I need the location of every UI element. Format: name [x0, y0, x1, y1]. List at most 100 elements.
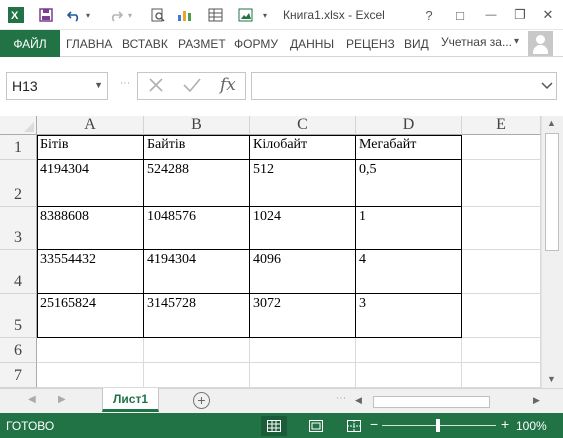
cell-e7[interactable] — [462, 363, 541, 388]
cell-e2[interactable] — [462, 160, 541, 207]
name-box[interactable]: H13 ▼ — [6, 72, 108, 100]
row-header-2[interactable]: 2 — [0, 160, 37, 207]
tab-data[interactable]: ДАННЫ — [290, 30, 334, 57]
cell-d3[interactable]: 1 — [356, 207, 462, 250]
cell-b7[interactable] — [144, 363, 250, 388]
avatar[interactable] — [528, 31, 553, 56]
cell-c7[interactable] — [250, 363, 356, 388]
cell-b3[interactable]: 1048576 — [144, 207, 250, 250]
row-header-3[interactable]: 3 — [0, 207, 37, 250]
cell-b2[interactable]: 524288 — [144, 160, 250, 207]
insert-function-icon[interactable]: fx — [220, 75, 236, 95]
cell-b4[interactable]: 4194304 — [144, 250, 250, 294]
tab-formulas[interactable]: ФОРМУ — [234, 30, 278, 57]
normal-view-icon[interactable] — [261, 416, 287, 436]
vertical-scrollbar[interactable]: ▲ ▼ — [541, 116, 563, 388]
ribbon-display-button[interactable]: □ — [450, 6, 470, 24]
undo-icon[interactable] — [65, 6, 83, 24]
cell-b5[interactable]: 3145728 — [144, 294, 250, 338]
chart-icon[interactable] — [176, 6, 194, 24]
select-all-corner[interactable] — [0, 116, 37, 135]
restore-button[interactable]: ❐ — [510, 6, 530, 24]
row-header-5[interactable]: 5 — [0, 294, 37, 338]
account-name[interactable]: Учетная за... — [441, 35, 512, 49]
redo-dropdown-icon[interactable]: ▾ — [125, 6, 135, 24]
row-header-4[interactable]: 4 — [0, 250, 37, 294]
zoom-slider-thumb[interactable] — [436, 419, 440, 432]
cell-d4[interactable]: 4 — [356, 250, 462, 294]
row-header-1[interactable]: 1 — [0, 135, 37, 160]
tab-file[interactable]: ФАЙЛ — [0, 30, 60, 57]
cell-c4[interactable]: 4096 — [250, 250, 356, 294]
customize-qat-icon[interactable]: ▾ — [260, 6, 270, 24]
cell-a1[interactable]: Бітів — [37, 135, 144, 160]
vertical-scroll-thumb[interactable] — [545, 133, 559, 251]
page-break-view-icon[interactable] — [341, 416, 367, 436]
cell-e5[interactable] — [462, 294, 541, 338]
page-layout-view-icon[interactable] — [303, 416, 329, 436]
cell-e6[interactable] — [462, 338, 541, 363]
cell-a7[interactable] — [37, 363, 144, 388]
sheet-tab-active[interactable]: Лист1 — [102, 388, 159, 412]
column-header-d[interactable]: D — [356, 116, 462, 135]
redo-icon[interactable] — [107, 6, 125, 24]
zoom-level[interactable]: 100% — [516, 419, 547, 433]
cancel-icon[interactable] — [147, 76, 165, 99]
worksheet-grid[interactable]: A B C D E 1 2 3 4 5 6 7 Бітів Байтів Кіл… — [0, 116, 541, 388]
cell-a5[interactable]: 25165824 — [37, 294, 144, 338]
cell-d1[interactable]: Мегабайт — [356, 135, 462, 160]
formula-bar-grip-icon[interactable]: ⋮ — [119, 78, 130, 88]
account-dropdown-icon[interactable]: ▾ — [514, 36, 519, 47]
picture-icon[interactable] — [236, 6, 254, 24]
cell-e1[interactable] — [462, 135, 541, 160]
table-icon[interactable] — [206, 6, 224, 24]
tab-view[interactable]: ВИД — [404, 30, 429, 57]
name-box-dropdown-icon[interactable]: ▼ — [94, 80, 103, 90]
row-header-6[interactable]: 6 — [0, 338, 37, 363]
add-sheet-icon[interactable]: + — [193, 392, 210, 409]
cell-c1[interactable]: Кілобайт — [250, 135, 356, 160]
horizontal-scroll-thumb[interactable] — [373, 396, 490, 408]
cell-c3[interactable]: 1024 — [250, 207, 356, 250]
column-header-a[interactable]: A — [37, 116, 144, 135]
column-header-c[interactable]: C — [250, 116, 356, 135]
undo-dropdown-icon[interactable]: ▾ — [83, 6, 93, 24]
prev-sheet-icon[interactable]: ◀ — [28, 394, 36, 405]
enter-icon[interactable] — [182, 76, 202, 99]
column-header-e[interactable]: E — [462, 116, 541, 135]
scroll-up-icon[interactable]: ▲ — [547, 118, 556, 128]
help-button[interactable]: ? — [419, 6, 439, 24]
horizontal-scrollbar[interactable]: ◀ ▶ — [351, 394, 545, 409]
cell-e3[interactable] — [462, 207, 541, 250]
cell-b1[interactable]: Байтів — [144, 135, 250, 160]
cell-a2[interactable]: 4194304 — [37, 160, 144, 207]
cell-e4[interactable] — [462, 250, 541, 294]
expand-formula-bar-icon[interactable] — [541, 79, 553, 93]
column-header-b[interactable]: B — [144, 116, 250, 135]
cell-a3[interactable]: 8388608 — [37, 207, 144, 250]
minimize-button[interactable]: — — [481, 6, 501, 24]
cell-b6[interactable] — [144, 338, 250, 363]
tab-split-grip-icon[interactable]: ⋮ — [335, 393, 346, 403]
cell-d5[interactable]: 3 — [356, 294, 462, 338]
save-icon[interactable] — [37, 6, 55, 24]
cell-d2[interactable]: 0,5 — [356, 160, 462, 207]
tab-home[interactable]: ГЛАВНА — [66, 30, 112, 57]
cell-a4[interactable]: 33554432 — [37, 250, 144, 294]
print-preview-icon[interactable] — [149, 6, 167, 24]
tab-review[interactable]: РЕЦЕНЗ — [346, 30, 395, 57]
zoom-in-button[interactable]: + — [501, 416, 509, 432]
cell-c2[interactable]: 512 — [250, 160, 356, 207]
tab-insert[interactable]: ВСТАВК — [122, 30, 168, 57]
close-button[interactable]: ✕ — [538, 6, 558, 24]
cell-d7[interactable] — [356, 363, 462, 388]
scroll-left-icon[interactable]: ◀ — [355, 395, 362, 406]
tab-page-layout[interactable]: РАЗМЕТ — [178, 30, 226, 57]
scroll-down-icon[interactable]: ▼ — [547, 374, 556, 384]
row-header-7[interactable]: 7 — [0, 363, 37, 388]
cell-c6[interactable] — [250, 338, 356, 363]
next-sheet-icon[interactable]: ▶ — [58, 394, 66, 405]
formula-input[interactable] — [251, 72, 557, 100]
cell-d6[interactable] — [356, 338, 462, 363]
cell-a6[interactable] — [37, 338, 144, 363]
